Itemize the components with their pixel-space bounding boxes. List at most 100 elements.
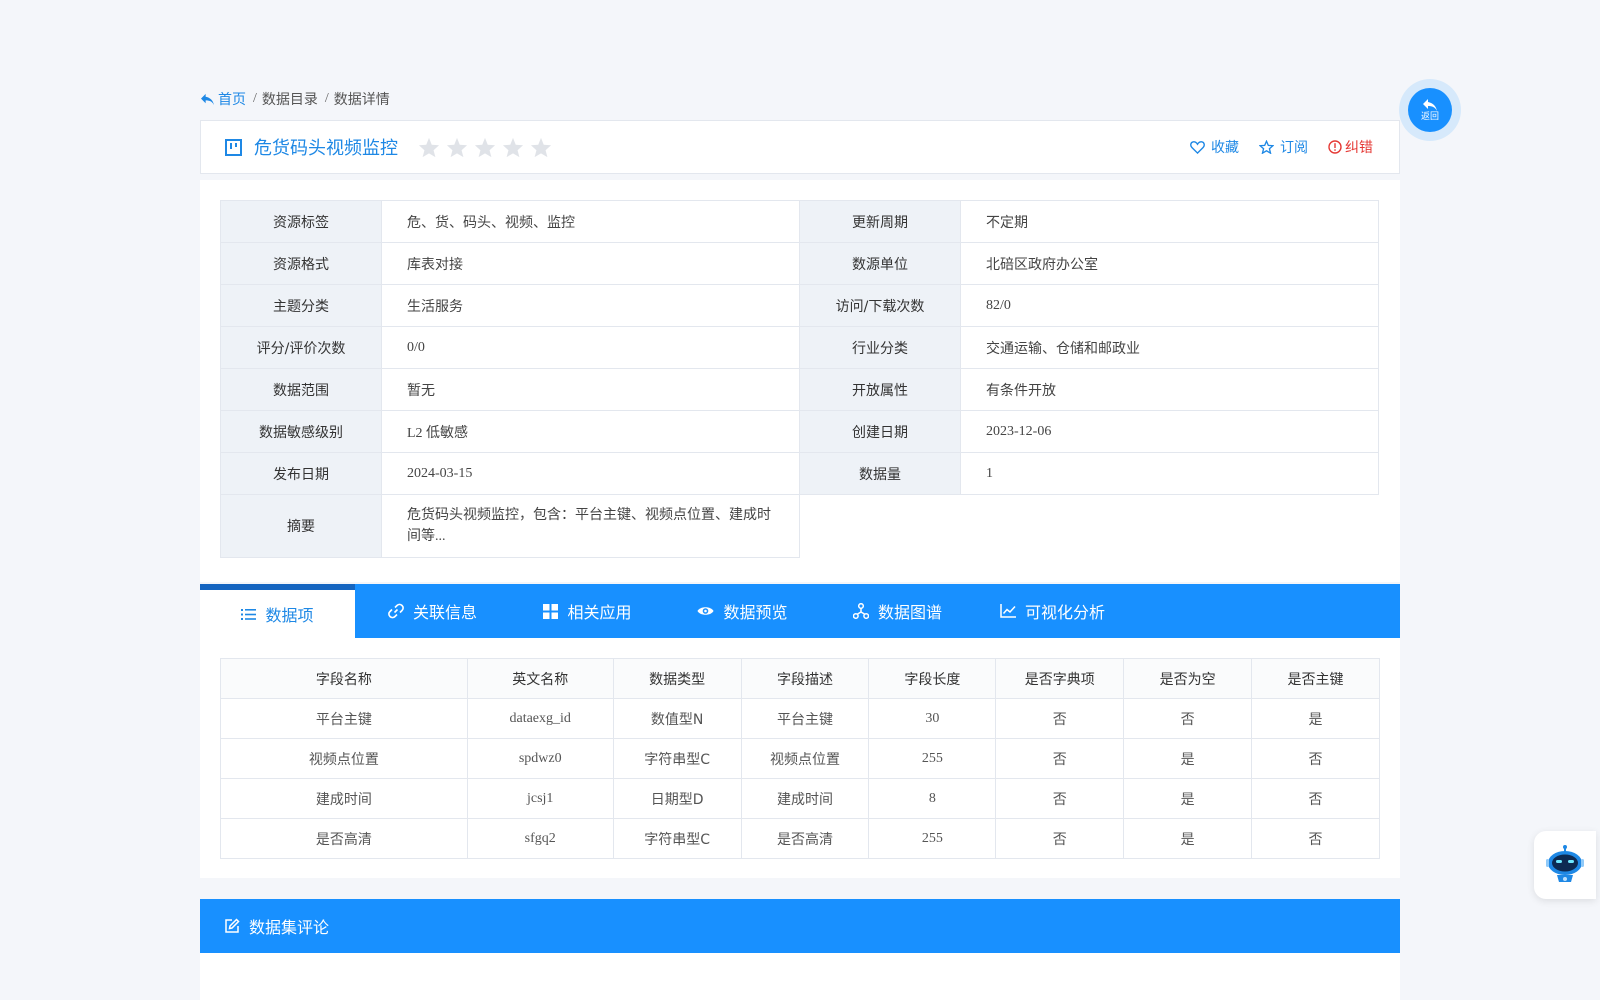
table-header-cell: 是否主键: [1251, 658, 1380, 699]
robot-icon: [1546, 845, 1584, 882]
edit-icon: [225, 918, 240, 933]
table-cell: 否: [995, 738, 1125, 779]
star-icon[interactable]: [446, 137, 468, 158]
tab-label: 关联信息: [412, 603, 477, 622]
tab-label: 数据预览: [723, 603, 788, 622]
table-cell: dataexg_id: [466, 698, 614, 739]
info-key: 资源标签: [220, 200, 382, 243]
breadcrumb-home-link[interactable]: 首页: [200, 89, 246, 109]
heart-icon: [1190, 141, 1205, 154]
info-value: 北碚区政府办公室: [960, 242, 1379, 285]
table-header-cell: 数据类型: [612, 658, 742, 699]
table-cell: jcsj1: [466, 778, 614, 819]
table-cell: 是: [1123, 778, 1253, 819]
table-cell: 平台主键: [220, 698, 468, 739]
info-value: 82/0: [960, 284, 1379, 327]
grid-icon: [543, 603, 559, 619]
dataset-info-table: 资源标签 危、货、码头、视频、监控 更新周期 不定期 资源格式 库表对接 数源单位 北碚区政府…: [220, 200, 1379, 558]
data-items-panel: 字段名称 英文名称 数据类型 字段描述 字段长度 是否字典项 是否为空 是否主键 平台主键 da…: [200, 638, 1400, 878]
table-cell: 数值型N: [612, 698, 742, 739]
table-cell: 字符串型C: [612, 738, 742, 779]
table-cell: 8: [868, 778, 997, 819]
table-cell: 视频点位置: [220, 738, 468, 779]
table-header-cell: 字段名称: [220, 658, 468, 699]
info-value: 危货码头视频监控，包含：平台主键、视频点位置、建成时间等...: [381, 494, 800, 558]
breadcrumb-item-detail: 数据详情: [333, 93, 390, 108]
table-header-cell: 是否为空: [1123, 658, 1253, 699]
line-chart-icon: [1000, 604, 1016, 618]
back-button[interactable]: 返回: [1408, 88, 1452, 132]
tab-label: 相关应用: [567, 603, 632, 622]
tab-visual-analysis[interactable]: 可视化分析: [975, 584, 1130, 638]
table-cell: sfgq2: [466, 818, 614, 859]
data-items-table: 字段名称 英文名称 数据类型 字段描述 字段长度 是否字典项 是否为空 是否主键 平台主键 da…: [220, 658, 1380, 859]
info-row: 资源标签 危、货、码头、视频、监控 更新周期 不定期: [220, 200, 1379, 243]
rating-stars[interactable]: [418, 137, 552, 158]
star-icon[interactable]: [474, 137, 496, 158]
table-header-cell: 英文名称: [466, 658, 614, 699]
info-value: 交通运输、仓储和邮政业: [960, 326, 1379, 369]
info-value: 不定期: [960, 200, 1379, 243]
info-row-summary: 摘要 危货码头视频监控，包含：平台主键、视频点位置、建成时间等...: [220, 494, 1379, 558]
page-title: 危货码头视频监控: [254, 138, 398, 159]
info-row: 主题分类 生活服务 访问/下载次数 82/0: [220, 284, 1379, 327]
table-cell: 否: [995, 778, 1125, 819]
table-cell: 是否高清: [220, 818, 468, 859]
info-value: 暂无: [381, 368, 800, 411]
table-cell: 255: [868, 818, 997, 859]
table-cell: 否: [1251, 778, 1380, 819]
table-cell: 否: [1123, 698, 1253, 739]
info-key: 数据范围: [220, 368, 382, 411]
tab-data-items[interactable]: 数据项: [200, 584, 355, 638]
tab-related-info[interactable]: 关联信息: [355, 584, 510, 638]
report-error-button[interactable]: 纠错: [1328, 137, 1373, 157]
info-key: 发布日期: [220, 452, 382, 495]
back-button-label: 返回: [1420, 112, 1439, 122]
star-icon[interactable]: [530, 137, 552, 158]
info-value: 1: [960, 452, 1379, 495]
table-cell: 平台主键: [740, 698, 870, 739]
table-cell: 视频点位置: [740, 738, 870, 779]
info-row: 数据范围 暂无 开放属性 有条件开放: [220, 368, 1379, 411]
table-row: 建成时间 jcsj1 日期型D 建成时间 8 否是否: [220, 778, 1380, 819]
subscribe-button[interactable]: 订阅: [1259, 137, 1308, 157]
favorite-button[interactable]: 收藏: [1190, 137, 1239, 157]
table-cell: 建成时间: [740, 778, 870, 819]
info-value: 危、货、码头、视频、监控: [381, 200, 800, 243]
table-cell: 255: [868, 738, 997, 779]
table-row: 是否高清 sfgq2 字符串型C 是否高清 255 否是否: [220, 818, 1380, 859]
table-header-cell: 字段长度: [868, 658, 997, 699]
info-value: 有条件开放: [960, 368, 1379, 411]
info-key: 创建日期: [799, 410, 961, 453]
tab-related-apps[interactable]: 相关应用: [510, 584, 665, 638]
comments-body: [200, 953, 1400, 1000]
table-cell: 是否高清: [740, 818, 870, 859]
reply-arrow-icon: [1423, 99, 1437, 111]
table-header-row: 字段名称 英文名称 数据类型 字段描述 字段长度 是否字典项 是否为空 是否主键: [220, 658, 1380, 699]
info-key: 更新周期: [799, 200, 961, 243]
table-cell: 否: [1251, 738, 1380, 779]
star-icon[interactable]: [418, 137, 440, 158]
dataset-info-panel: 资源标签 危、货、码头、视频、监控 更新周期 不定期 资源格式 库表对接 数源单位 北碚区政府…: [200, 180, 1400, 582]
star-icon[interactable]: [502, 137, 524, 158]
subscribe-label: 订阅: [1280, 140, 1308, 156]
breadcrumb-separator: /: [253, 91, 257, 106]
info-value: 生活服务: [381, 284, 800, 327]
report-error-label: 纠错: [1345, 140, 1373, 156]
breadcrumb-separator: /: [324, 91, 329, 106]
dataset-title-bar: 危货码头视频监控 收藏 订阅 纠错: [200, 120, 1400, 174]
table-cell: 字符串型C: [612, 818, 742, 859]
tab-data-preview[interactable]: 数据预览: [665, 584, 820, 638]
tab-label: 数据图谱: [877, 603, 942, 622]
ai-assistant-button[interactable]: [1534, 831, 1596, 899]
info-row: 评分/评价次数 0/0 行业分类 交通运输、仓储和邮政业: [220, 326, 1379, 369]
info-value: 库表对接: [381, 242, 800, 285]
tab-data-graph[interactable]: 数据图谱: [820, 584, 975, 638]
table-cell: 是: [1123, 818, 1253, 859]
info-key: 资源格式: [220, 242, 382, 285]
info-key: 数源单位: [799, 242, 961, 285]
breadcrumb-item-catalog[interactable]: 数据目录: [262, 89, 318, 109]
reply-arrow-icon: [201, 93, 214, 105]
info-key: 开放属性: [799, 368, 961, 411]
comments-title: 数据集评论: [249, 918, 330, 937]
